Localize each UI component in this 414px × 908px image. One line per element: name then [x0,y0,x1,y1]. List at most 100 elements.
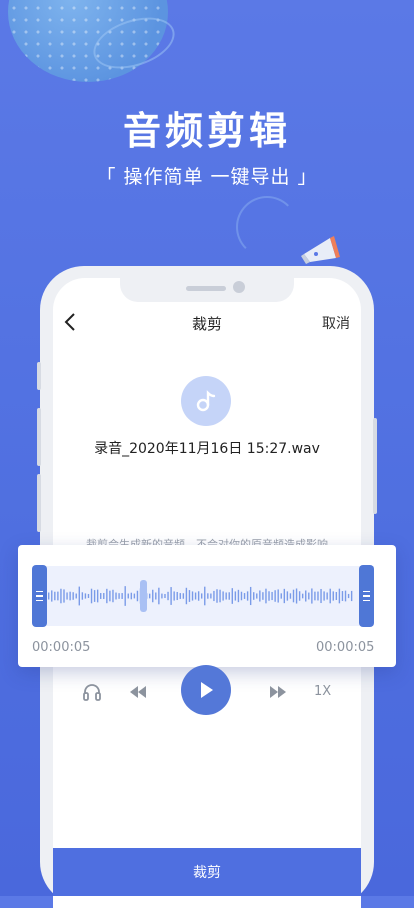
waveform-bar [286,591,289,601]
waveform-bar [210,593,212,599]
waveform-bar [176,591,178,601]
playhead[interactable] [140,580,147,612]
headphones-button[interactable] [80,680,104,704]
waveform-bar [81,592,84,600]
waveform-bar [231,588,233,604]
waveform-bar [54,591,56,601]
waveform-bar [167,591,169,601]
waveform-bar [115,592,117,600]
waveform-bar [109,590,111,602]
waveform-bar [204,586,206,606]
trim-start-handle[interactable] [32,565,47,627]
file-name: 录音_2020年11月16日 15:27.wav [94,441,320,457]
fast-forward-icon [270,686,286,698]
waveform-bar [350,590,353,602]
waveform-bar [155,592,157,600]
waveform-bar [191,591,194,601]
waveform-bar [320,588,322,604]
waveform-bar [347,593,350,599]
waveform-bar [170,587,172,605]
waveform-bar [338,588,341,604]
page-title: 裁剪 [191,315,222,333]
waveform-bar [219,589,221,603]
waveform-bar [301,593,304,599]
waveform-bar [106,588,108,604]
waveform-bar [280,593,282,599]
waveform-bar [87,593,90,599]
waveform-bar [179,593,181,599]
waveform-bar [48,592,50,600]
trim-button[interactable]: 裁剪 [53,848,361,896]
waveform-bar [246,591,249,601]
waveform-bar [173,591,175,601]
waveform-bar [289,593,292,599]
fast-forward-button[interactable] [267,683,289,701]
waveform [48,586,353,606]
waveform-bar [161,593,163,599]
decorative-arc [236,196,298,258]
waveform-bar [228,592,230,600]
waveform-bar [311,588,313,604]
cancel-button[interactable]: 取消 [322,313,350,333]
waveform-bar [249,586,252,606]
waveform-bar [216,589,218,603]
waveform-bar [201,593,203,599]
waveform-bar [118,593,120,599]
trim-end-handle[interactable] [359,565,374,627]
waveform-bar [100,593,102,599]
waveform-bar [148,593,151,599]
headphones-icon [83,684,101,701]
rewind-button[interactable] [127,683,149,701]
waveform-bar [112,589,114,603]
waveform-bar [329,588,331,604]
waveform-bar [152,589,154,603]
waveform-bar [295,588,298,604]
waveform-bar [283,588,286,604]
waveform-bar [237,589,240,603]
waveform-bar [75,593,77,599]
phone-side-button [373,418,377,514]
music-note-icon [196,390,216,412]
waveform-bar [262,592,264,600]
phone-camera [233,281,245,293]
waveform-bar [234,591,237,601]
waveform-bar [308,592,310,600]
waveform-bar [185,587,188,605]
waveform-bar [51,590,53,602]
waveform-bar [240,591,243,601]
waveform-bar [127,593,129,599]
rewind-icon [130,686,146,698]
waveform-bar [60,588,62,604]
waveform-bar [90,588,93,604]
phone-speaker [186,286,226,291]
waveform-bar [72,592,74,600]
play-button[interactable] [181,665,231,715]
waveform-bar [136,590,139,602]
waveform-bar [341,591,344,601]
trim-start-time: 00:00:05 [32,640,91,655]
promo-subtitle: 「 操作简单 一键导出 」 [96,166,318,188]
waveform-bar [121,593,123,599]
waveform-bar [323,591,325,601]
waveform-bar [182,593,185,599]
waveform-bar [277,589,279,603]
waveform-bar [305,590,307,602]
waveform-bar [344,590,347,602]
waveform-bar [256,593,258,599]
speed-button[interactable]: 1X [314,684,331,699]
waveform-bar [66,592,68,600]
waveform-bar [96,589,99,603]
waveform-bar [93,590,96,602]
waveform-bar [222,591,224,601]
waveform-bar [259,590,261,602]
trim-end-time: 00:00:05 [316,640,375,655]
waveform-bar [63,589,65,603]
play-icon [201,682,213,698]
waveform-bar [225,592,227,600]
waveform-bar [271,591,273,601]
waveform-bar [103,592,105,600]
waveform-bar [164,593,166,598]
waveform-bar [326,592,328,600]
phone-side-button [37,362,41,390]
waveform-bar [57,591,59,601]
